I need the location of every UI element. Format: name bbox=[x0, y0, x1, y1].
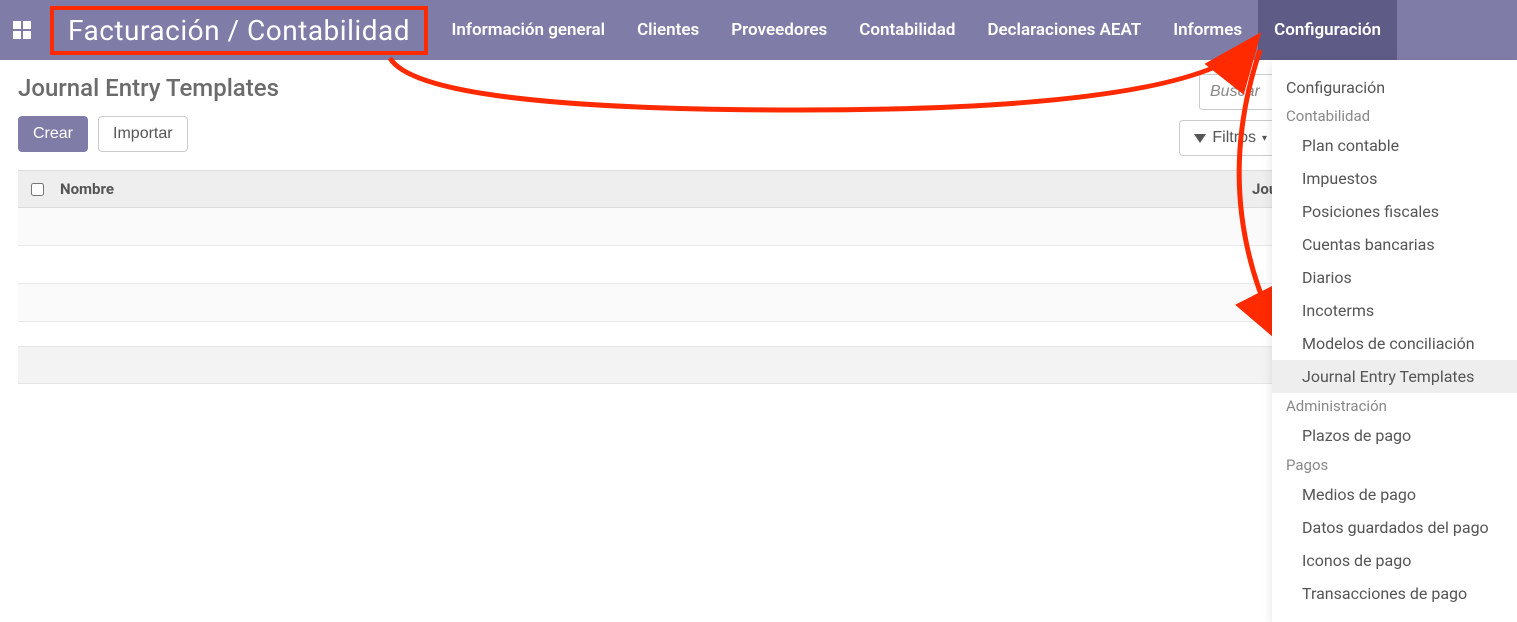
filters-button[interactable]: Filtros▾ bbox=[1179, 120, 1282, 156]
col-nombre[interactable]: Nombre bbox=[56, 180, 1239, 198]
nav-configuracion[interactable]: Configuración bbox=[1258, 0, 1397, 60]
dd-iconos-pago[interactable]: Iconos de pago bbox=[1272, 544, 1517, 577]
config-dropdown: Configuración Contabilidad Plan contable… bbox=[1272, 60, 1517, 622]
app-title-highlight: Facturación / Contabilidad bbox=[50, 6, 428, 55]
nav-informes[interactable]: Informes bbox=[1157, 0, 1258, 60]
dd-medios-pago[interactable]: Medios de pago bbox=[1272, 478, 1517, 511]
apps-icon[interactable] bbox=[12, 20, 32, 40]
nav-proveedores[interactable]: Proveedores bbox=[715, 0, 843, 60]
dd-transacciones-pago[interactable]: Transacciones de pago bbox=[1272, 577, 1517, 610]
select-all-checkbox[interactable] bbox=[31, 183, 44, 196]
nav-clientes[interactable]: Clientes bbox=[621, 0, 715, 60]
dd-impuestos[interactable]: Impuestos bbox=[1272, 162, 1517, 195]
create-button[interactable]: Crear bbox=[18, 116, 88, 152]
dropdown-section-pagos: Pagos bbox=[1272, 452, 1517, 478]
funnel-icon bbox=[1194, 134, 1206, 143]
nav-info-general[interactable]: Información general bbox=[436, 0, 622, 60]
page-title: Journal Entry Templates bbox=[18, 74, 1179, 102]
main-nav: Información general Clientes Proveedores… bbox=[436, 0, 1517, 60]
topbar: Facturación / Contabilidad Información g… bbox=[0, 0, 1517, 60]
dd-plazos-pago[interactable]: Plazos de pago bbox=[1272, 419, 1517, 452]
import-button[interactable]: Importar bbox=[98, 116, 188, 152]
dd-diarios[interactable]: Diarios bbox=[1272, 261, 1517, 294]
app-title: Facturación / Contabilidad bbox=[68, 14, 410, 47]
dd-cuentas-bancarias[interactable]: Cuentas bancarias bbox=[1272, 228, 1517, 261]
dropdown-header[interactable]: Configuración bbox=[1272, 72, 1517, 103]
dd-plan-contable[interactable]: Plan contable bbox=[1272, 129, 1517, 162]
nav-declaraciones[interactable]: Declaraciones AEAT bbox=[971, 0, 1157, 60]
dd-datos-guardados[interactable]: Datos guardados del pago bbox=[1272, 511, 1517, 544]
dd-posiciones-fiscales[interactable]: Posiciones fiscales bbox=[1272, 195, 1517, 228]
dd-journal-entry-templates[interactable]: Journal Entry Templates bbox=[1272, 360, 1517, 393]
dd-incoterms[interactable]: Incoterms bbox=[1272, 294, 1517, 327]
dropdown-section-contabilidad: Contabilidad bbox=[1272, 103, 1517, 129]
select-all-cell bbox=[18, 183, 56, 196]
dropdown-section-administracion: Administración bbox=[1272, 393, 1517, 419]
chevron-down-icon: ▾ bbox=[1262, 133, 1267, 144]
nav-contabilidad[interactable]: Contabilidad bbox=[843, 0, 971, 60]
dd-modelos-conciliacion[interactable]: Modelos de conciliación bbox=[1272, 327, 1517, 360]
